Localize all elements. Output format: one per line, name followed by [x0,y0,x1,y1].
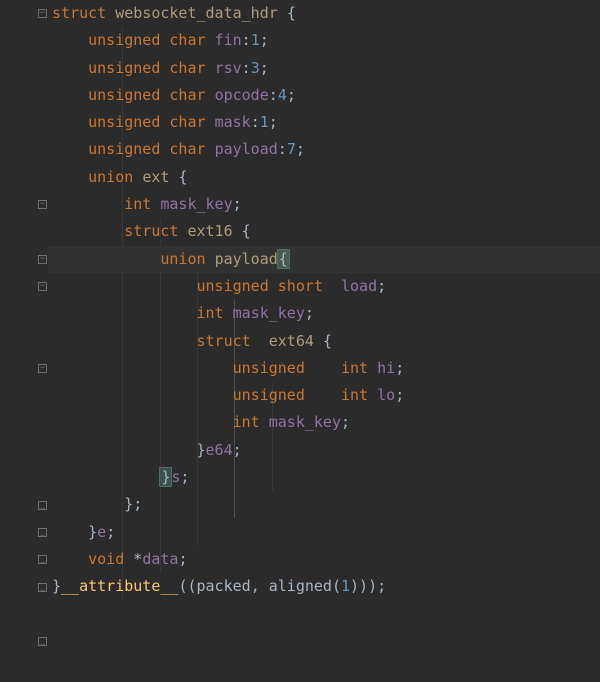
keyword: unsigned [88,59,160,77]
brace: { [287,4,296,22]
number: 1 [260,113,269,131]
field: mask [215,113,251,131]
fold-end-icon[interactable]: ⎵ [38,528,47,537]
code-line[interactable]: int mask_key; [52,300,600,327]
keyword: unsigned [88,140,160,158]
keyword: char [169,59,205,77]
field: e [97,523,106,541]
code-line-current[interactable]: union payload{ [52,246,600,273]
keyword: int [341,359,368,377]
ident: packed [197,577,251,595]
keyword: void [88,550,124,568]
keyword: char [169,31,205,49]
code-line[interactable]: void *data; [52,546,600,573]
code-line[interactable]: union ext { [52,164,600,191]
code-editor[interactable]: − − − − − ⎵ ⎵ ⎵ ⎵ ⎵ struct websocket_dat… [0,0,600,682]
field: opcode [215,86,269,104]
number: 3 [251,59,260,77]
number: 1 [341,577,350,595]
keyword: int [233,413,260,431]
fold-end-icon[interactable]: ⎵ [38,583,47,592]
code-line[interactable]: unsigned char opcode:4; [52,82,600,109]
type-name: ext16 [187,222,232,240]
code-line[interactable]: int mask_key; [52,409,600,436]
code-line[interactable]: unsigned int hi; [52,355,600,382]
attribute: __attribute__ [61,577,178,595]
field: load [341,277,377,295]
code-line[interactable]: }s; [52,464,600,491]
brace-open: { [277,249,290,269]
code-line[interactable]: unsigned char rsv:3; [52,55,600,82]
number: 1 [251,31,260,49]
type-name: payload [215,250,278,268]
field: hi [377,359,395,377]
number: 4 [278,86,287,104]
field: e64 [206,441,233,459]
keyword: unsigned [197,277,269,295]
keyword: int [124,195,151,213]
keyword: int [341,386,368,404]
code-line[interactable]: int mask_key; [52,191,600,218]
keyword: struct [124,222,178,240]
code-line[interactable]: unsigned char payload:7; [52,136,600,163]
code-line[interactable]: }e64; [52,437,600,464]
code-line[interactable]: unsigned int lo; [52,382,600,409]
keyword: char [169,113,205,131]
field: rsv [215,59,242,77]
code-line[interactable]: }; [52,491,600,518]
code-line[interactable]: unsigned short load; [52,273,600,300]
fold-end-icon[interactable]: ⎵ [38,637,47,646]
keyword: unsigned [88,86,160,104]
keyword: unsigned [88,113,160,131]
keyword: short [278,277,323,295]
code-line[interactable]: }e; [52,519,600,546]
gutter: − − − − − ⎵ ⎵ ⎵ ⎵ ⎵ [0,0,48,682]
code-line[interactable]: struct websocket_data_hdr { [52,0,600,27]
field: mask_key [160,195,232,213]
code-line[interactable]: unsigned char fin:1; [52,27,600,54]
field: lo [377,386,395,404]
keyword: struct [197,332,251,350]
ident: aligned [269,577,332,595]
type-name: ext [142,168,169,186]
code-area[interactable]: struct websocket_data_hdr { unsigned cha… [48,0,600,682]
fold-toggle-icon[interactable]: − [38,364,47,373]
code-line[interactable]: unsigned char mask:1; [52,109,600,136]
code-line[interactable]: struct ext64 { [52,328,600,355]
keyword: unsigned [233,359,305,377]
type-name: ext64 [269,332,314,350]
type-name: websocket_data_hdr [115,4,278,22]
field: mask_key [233,304,305,322]
keyword: char [169,86,205,104]
fold-toggle-icon[interactable]: − [38,9,47,18]
fold-end-icon[interactable]: ⎵ [38,501,47,510]
keyword: unsigned [88,31,160,49]
keyword: union [88,168,133,186]
field: data [142,550,178,568]
keyword: unsigned [233,386,305,404]
keyword: char [169,140,205,158]
code-line[interactable]: }__attribute__((packed, aligned(1))); [52,573,600,600]
fold-toggle-icon[interactable]: − [38,255,47,264]
code-line[interactable]: struct ext16 { [52,218,600,245]
field: fin [215,31,242,49]
fold-toggle-icon[interactable]: − [38,200,47,209]
number: 7 [287,140,296,158]
field: payload [215,140,278,158]
fold-end-icon[interactable]: ⎵ [38,555,47,564]
fold-toggle-icon[interactable]: − [38,282,47,291]
field: mask_key [269,413,341,431]
keyword: int [197,304,224,322]
keyword: struct [52,4,106,22]
keyword: union [160,250,205,268]
